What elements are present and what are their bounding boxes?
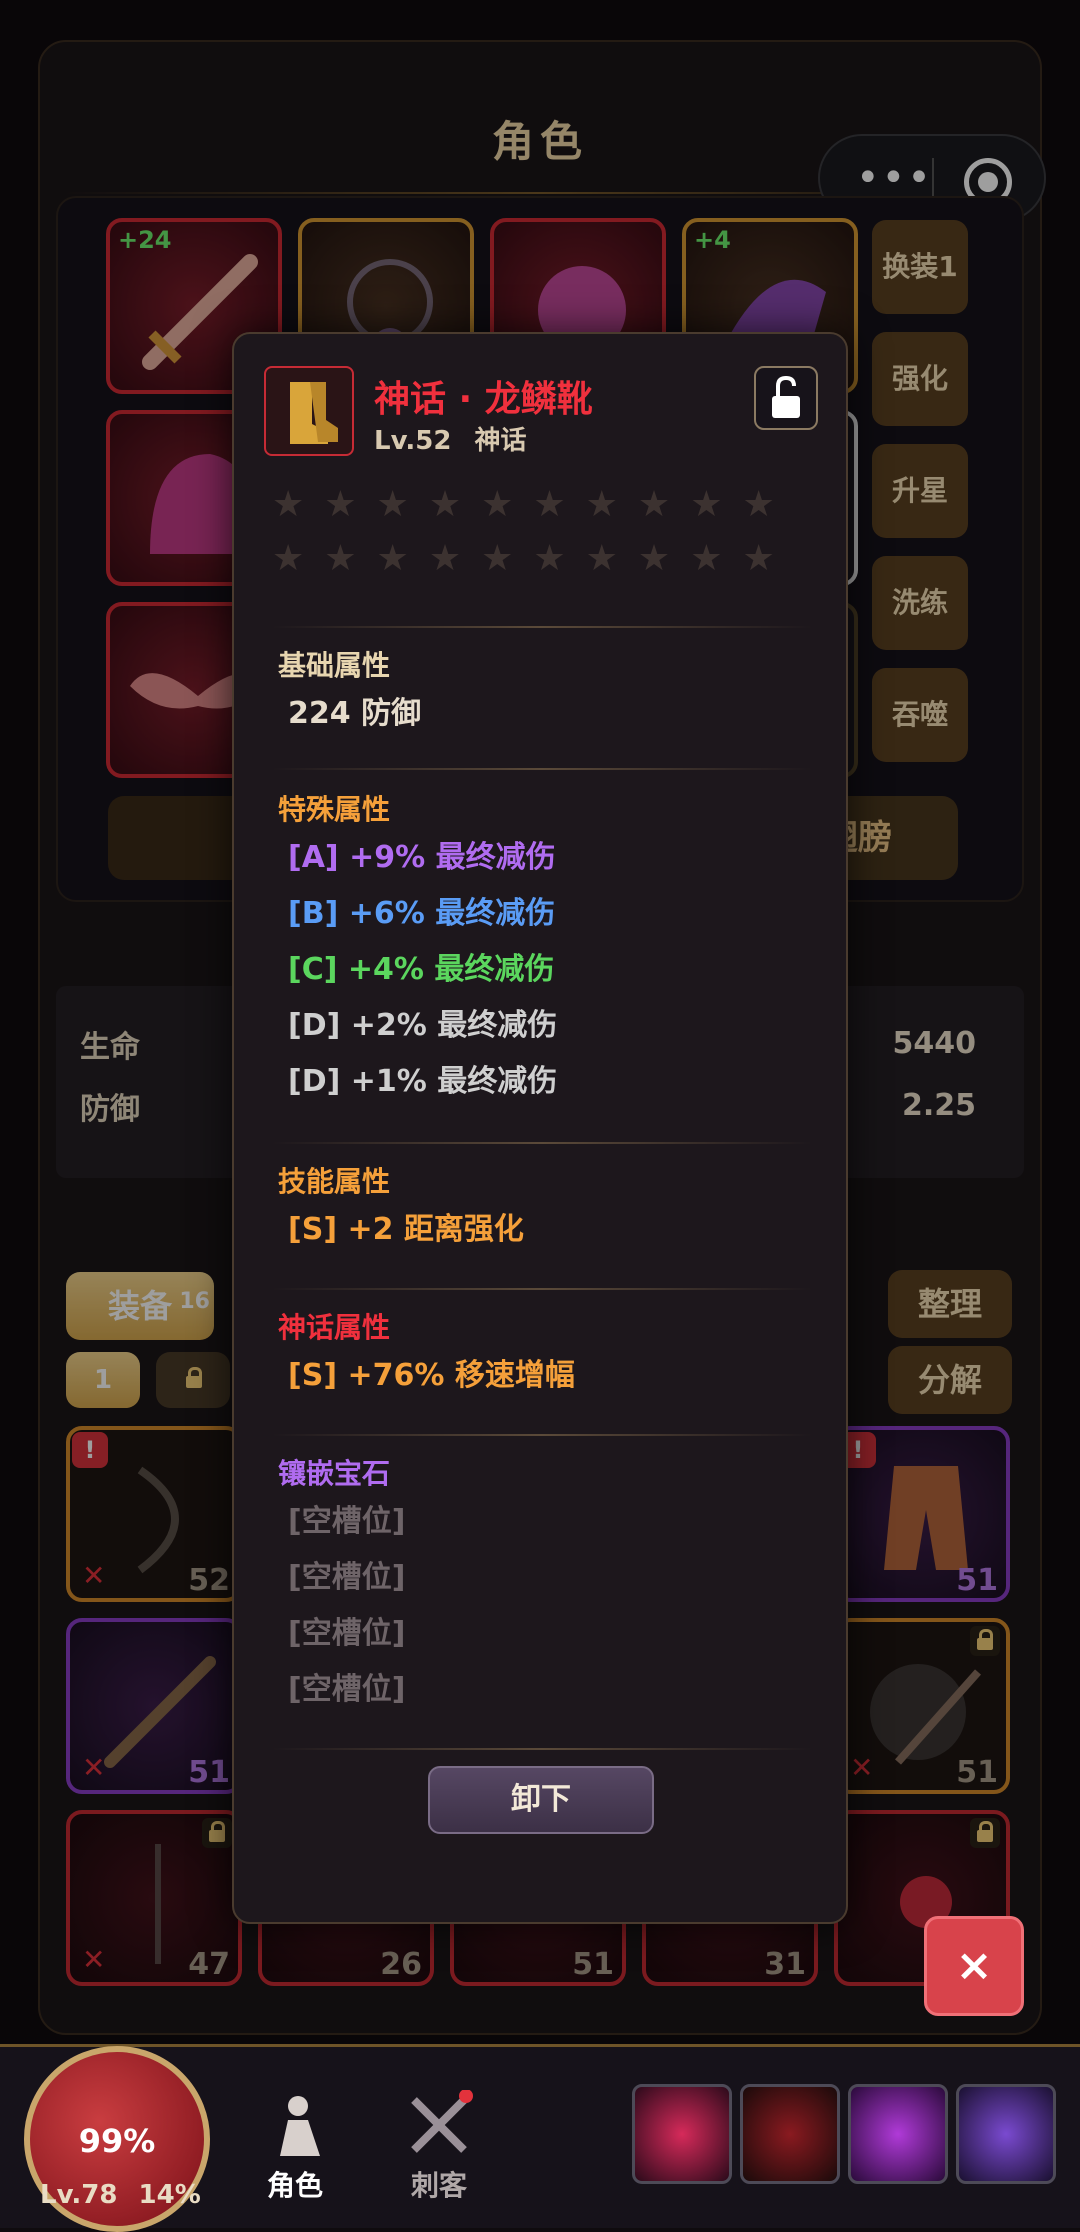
skill-attr-title: 技能属性	[278, 1165, 391, 1198]
myth-attr-title: 神话属性	[278, 1311, 391, 1344]
gem-slot: [空槽位]	[288, 1560, 406, 1595]
star-row: ★★★★★★★★★★	[272, 538, 795, 579]
item-rarity: 神话	[474, 426, 527, 456]
skill-slot-3[interactable]	[848, 2084, 948, 2184]
special-attr-title: 特殊属性	[278, 793, 391, 826]
player-level: Lv.78 14%	[40, 2180, 201, 2210]
special-attr-line: [D] +2% 最终减伤	[288, 1008, 558, 1043]
special-attr-line: [A] +9% 最终减伤	[288, 840, 556, 875]
gem-title: 镶嵌宝石	[278, 1457, 391, 1490]
item-subtitle: Lv.52 神话	[374, 420, 527, 457]
divider	[272, 1288, 812, 1290]
divider	[272, 768, 812, 770]
character-icon	[280, 2096, 320, 2156]
hp-percent: 99%	[78, 2122, 156, 2160]
divider	[272, 1434, 812, 1436]
nav-character[interactable]: 角色	[250, 2090, 340, 2204]
star-row: ★★★★★★★★★★	[272, 484, 795, 525]
special-attr-line: [C] +4% 最终减伤	[288, 952, 555, 987]
nav-assassin[interactable]: 刺客	[394, 2089, 484, 2204]
unlock-icon	[772, 375, 800, 418]
nav-label: 刺客	[410, 2169, 467, 2202]
crossed-swords-icon	[411, 2089, 473, 2153]
item-level: Lv.52	[374, 426, 452, 456]
nav-label: 角色	[266, 2169, 323, 2202]
unlock-button[interactable]	[754, 366, 818, 430]
skill-slot-4[interactable]	[956, 2084, 1056, 2184]
unequip-button[interactable]: 卸下	[428, 1766, 654, 1834]
gem-slot: [空槽位]	[288, 1616, 406, 1651]
base-attr-line: 224 防御	[288, 696, 422, 731]
gem-slot: [空槽位]	[288, 1672, 406, 1707]
boots-icon	[290, 382, 338, 444]
special-attr-line: [D] +1% 最终减伤	[288, 1064, 558, 1099]
divider	[272, 1142, 812, 1144]
gem-slot: [空槽位]	[288, 1504, 406, 1539]
exp-text: 14%	[138, 2180, 201, 2210]
item-icon-frame	[264, 366, 354, 456]
close-button[interactable]: ×	[924, 1916, 1024, 2016]
item-name: 神话 · 龙鳞靴	[374, 379, 593, 420]
level-text: Lv.78	[40, 2180, 118, 2210]
myth-attr-line: [S] +76% 移速增幅	[288, 1358, 575, 1393]
special-attr-line: [B] +6% 最终减伤	[288, 896, 556, 931]
divider	[272, 1748, 812, 1750]
skill-slot-2[interactable]	[740, 2084, 840, 2184]
item-tooltip: 神话 · 龙鳞靴 Lv.52 神话 ★★★★★★★★★★ ★★★★★★★★★★ …	[232, 332, 848, 1924]
skill-attr-line: [S] +2 距离强化	[288, 1212, 524, 1247]
base-attr-title: 基础属性	[278, 649, 391, 682]
skill-slot-1[interactable]	[632, 2084, 732, 2184]
divider	[272, 626, 812, 628]
